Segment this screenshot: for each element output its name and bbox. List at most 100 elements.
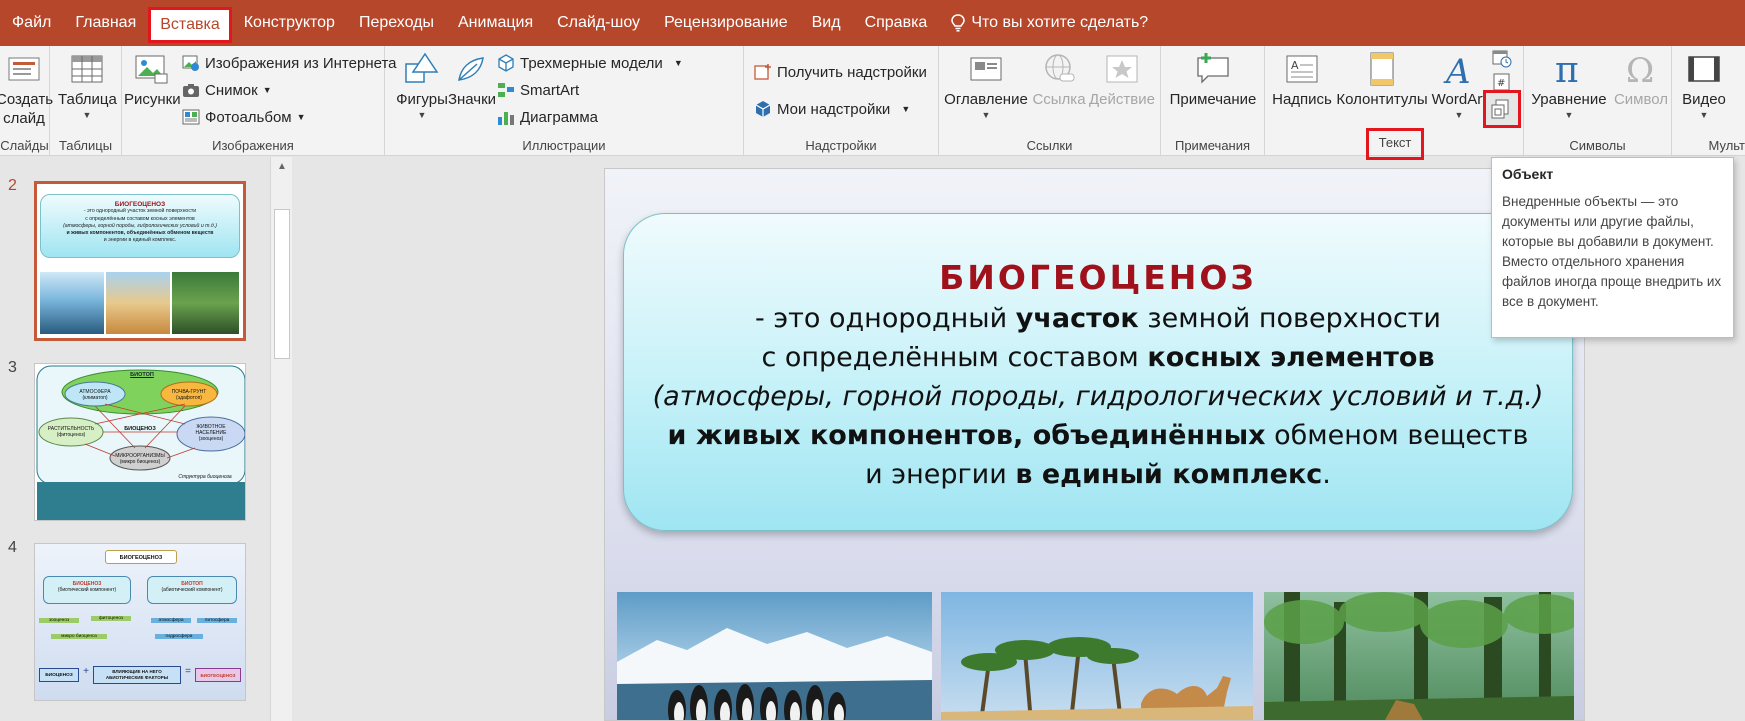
wordart-icon: A — [1443, 52, 1471, 88]
thumbnail-text-card: БИОГЕОЦЕНОЗ - это однородный участок зем… — [40, 194, 240, 258]
get-addins-button[interactable]: Получить надстройки — [754, 61, 927, 83]
slide-number-button[interactable]: # — [1491, 72, 1513, 92]
tab-transitions[interactable]: Переходы — [347, 0, 446, 46]
tab-file[interactable]: Файл — [0, 0, 63, 46]
slide-text-run: . — [1322, 459, 1331, 490]
scrollbar-thumb[interactable] — [274, 209, 290, 359]
photo-album-button[interactable]: Фотоальбом ▼ — [182, 106, 306, 128]
date-time-button[interactable] — [1491, 48, 1513, 68]
table-button[interactable]: Таблица ▼ — [58, 50, 117, 120]
link-button[interactable]: Ссылка — [1031, 50, 1087, 110]
slide-thumbnail-4[interactable]: БИОГЕОЦЕНОЗ БИОЦЕНОЗ (биотический компон… — [34, 543, 246, 701]
symbol-label: Символ — [1613, 91, 1669, 108]
smartart-label: SmartArt — [520, 81, 580, 99]
video-button[interactable]: Видео ▼ — [1676, 50, 1732, 120]
tab-animations[interactable]: Анимация — [446, 0, 545, 46]
slide-title: БИОГЕОЦЕНОЗ — [939, 258, 1257, 297]
action-button[interactable]: Действие — [1087, 50, 1157, 110]
thumbnail-number: 2 — [8, 177, 17, 194]
symbol-button[interactable]: Ω Символ — [1612, 50, 1670, 110]
picture-icon — [135, 55, 168, 84]
group-label-links: Ссылки — [1026, 138, 1073, 153]
diagram-label: МИКРООРГАНИЗМЫ (микро биоценоз) — [110, 453, 170, 465]
screenshot-button[interactable]: Снимок ▼ — [182, 79, 272, 101]
forest-image — [1264, 592, 1574, 720]
slide-text-run: (атмосферы, горной породы, гидрологическ… — [652, 381, 1544, 412]
object-icon — [1491, 99, 1509, 119]
tab-design[interactable]: Конструктор — [232, 0, 347, 46]
tab-review[interactable]: Рецензирование — [652, 0, 800, 46]
tab-slideshow[interactable]: Слайд-шоу — [545, 0, 652, 46]
film-icon — [1688, 56, 1720, 82]
diagram-label: гидросфера — [155, 634, 203, 639]
diagram-label: (абиотический компонент) — [161, 587, 223, 593]
new-slide-button[interactable]: Создать слайд — [0, 50, 53, 128]
slide-photo-penguins[interactable] — [617, 592, 932, 720]
slide-thumbnail-2[interactable]: БИОГЕОЦЕНОЗ - это однородный участок зем… — [34, 181, 246, 341]
table-icon — [71, 55, 103, 83]
textbox-button[interactable]: A Надпись — [1270, 50, 1334, 110]
slide-photo-desert[interactable] — [941, 592, 1253, 720]
group-comments: Примечание Примечания — [1161, 46, 1265, 156]
group-links: Оглавление ▼ Ссылка Действие Ссылки — [939, 46, 1161, 156]
store-icon — [754, 64, 771, 80]
slide-text-run: объединённых — [1032, 420, 1266, 451]
slide-thumbnail-3[interactable]: БИОТОП АТМОСФЕРА (климатоп) ПОЧВА-ГРУНТ … — [34, 363, 246, 521]
diagram-label: зооценоз — [39, 618, 79, 623]
slide-photo-forest[interactable] — [1264, 592, 1574, 720]
link-label: Ссылка — [1032, 91, 1086, 108]
table-label: Таблица — [58, 91, 117, 108]
equation-button[interactable]: π Уравнение ▼ — [1528, 50, 1610, 120]
diagram-label: БИОЦЕНОЗ — [124, 426, 156, 432]
toc-label: Оглавление — [944, 91, 1028, 108]
diagram-label: БИОГЕОЦЕНОЗ — [195, 668, 241, 682]
online-pictures-button[interactable]: Изображения из Интернета — [182, 52, 396, 74]
comment-button[interactable]: Примечание — [1166, 50, 1260, 110]
photo-album-icon — [182, 109, 200, 125]
group-images: Рисунки Изображения из Интернета Снимок … — [122, 46, 396, 156]
chevron-down-icon: ▼ — [82, 110, 92, 120]
bar-chart-icon — [498, 112, 514, 125]
cube-icon — [498, 54, 514, 72]
tab-help[interactable]: Справка — [853, 0, 940, 46]
pictures-button[interactable]: Рисунки — [124, 50, 181, 110]
tab-view[interactable]: Вид — [800, 0, 853, 46]
equation-label: Уравнение — [1531, 91, 1607, 108]
group-label-comments: Примечания — [1174, 138, 1251, 153]
header-footer-icon — [1370, 52, 1394, 86]
slide-text-box[interactable]: БИОГЕОЦЕНОЗ - это однородный участок зем… — [623, 213, 1573, 531]
slide-canvas[interactable]: БИОГЕОЦЕНОЗ - это однородный участок зем… — [604, 168, 1585, 721]
comment-label: Примечание — [1169, 91, 1257, 108]
thumbnail-line: с определённым составом косных элементов — [85, 215, 195, 222]
my-addins-button[interactable]: Мои надстройки ▼ — [754, 98, 910, 120]
thumbnail-number: 3 — [8, 359, 17, 376]
toc-button[interactable]: Оглавление ▼ — [944, 50, 1028, 120]
video-label: Видео — [1682, 91, 1726, 108]
icons-button[interactable]: Значки — [447, 50, 497, 110]
tab-insert[interactable]: Вставка — [148, 7, 232, 43]
desert-camel-image — [941, 592, 1253, 720]
group-addins: Получить надстройки Мои надстройки ▼ Над… — [744, 46, 939, 156]
object-button[interactable] — [1483, 90, 1521, 128]
chart-button[interactable]: Диаграмма — [497, 106, 598, 128]
scroll-up-arrow-icon[interactable]: ▲ — [274, 159, 290, 175]
thumbnail-scrollbar[interactable]: ▲ — [270, 157, 292, 721]
header-footer-button[interactable]: Колонтитулы — [1335, 50, 1429, 110]
diagram-label: фитоценоз — [91, 616, 131, 621]
tell-me-search[interactable]: Что вы хотите сделать? — [939, 0, 1160, 46]
3d-models-button[interactable]: Трехмерные модели ▼ — [497, 52, 683, 74]
biocenosis-structure-diagram — [36, 365, 245, 520]
chevron-down-icon: ▼ — [901, 104, 911, 114]
svg-text:π: π — [1555, 50, 1579, 88]
omega-icon: Ω — [1626, 51, 1654, 88]
diagram-label: РАСТИТЕЛЬНОСТЬ (фитоценоз) — [39, 426, 103, 438]
wordart-button[interactable]: A WordArt ▼ — [1429, 50, 1489, 120]
star-icon — [1106, 55, 1138, 83]
smartart-button[interactable]: SmartArt — [497, 79, 579, 101]
slide-text-run: и энергии — [865, 459, 1016, 490]
chevron-down-icon: ▼ — [981, 110, 991, 120]
tooltip-body: Внедренные объекты — это документы или д… — [1502, 194, 1722, 309]
tab-home[interactable]: Главная — [63, 0, 148, 46]
group-label-text: Текст — [1366, 128, 1424, 160]
shapes-button[interactable]: Фигуры ▼ — [394, 50, 450, 120]
